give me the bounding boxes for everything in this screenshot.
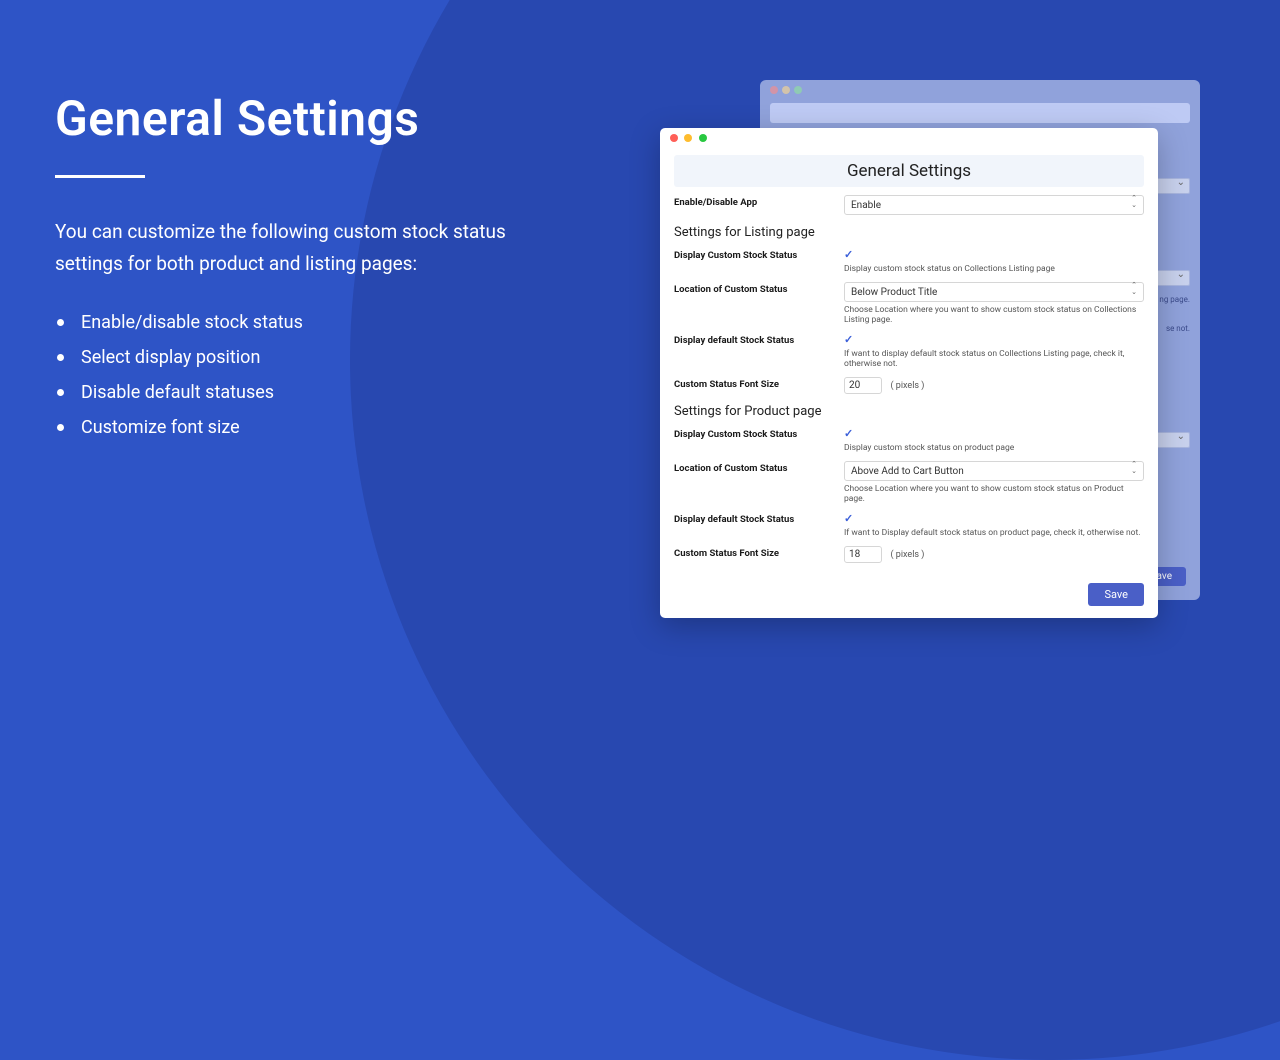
product-font-label: Custom Status Font Size: [674, 546, 844, 563]
product-location-hint: Choose Location where you want to show c…: [844, 484, 1144, 504]
product-display-label: Display Custom Stock Status: [674, 427, 844, 453]
listing-default-checkbox[interactable]: ✓: [844, 333, 853, 346]
enable-app-label: Enable/Disable App: [674, 195, 844, 215]
listing-font-label: Custom Status Font Size: [674, 377, 844, 394]
listing-font-unit: ( pixels ): [890, 381, 924, 391]
listing-section-heading: Settings for Listing page: [674, 225, 1144, 240]
bg-hint: se not.: [1166, 324, 1190, 333]
product-default-label: Display default Stock Status: [674, 512, 844, 538]
save-button[interactable]: Save: [1088, 583, 1144, 606]
listing-default-label: Display default Stock Status: [674, 333, 844, 369]
product-display-checkbox[interactable]: ✓: [844, 427, 853, 440]
bullet-item: Enable/disable stock status: [55, 305, 525, 340]
product-section-heading: Settings for Product page: [674, 404, 1144, 419]
hero-description: You can customize the following custom s…: [55, 216, 525, 281]
listing-location-hint: Choose Location where you want to show c…: [844, 305, 1144, 325]
listing-location-label: Location of Custom Status: [674, 282, 844, 325]
traffic-lights: [770, 86, 1190, 97]
close-icon[interactable]: [670, 134, 678, 142]
traffic-lights: [660, 134, 1158, 145]
hero-bullets: Enable/disable stock status Select displ…: [55, 305, 525, 445]
enable-app-select[interactable]: Enable: [844, 195, 1144, 215]
hero-title: General Settings: [55, 90, 525, 147]
window-title: General Settings: [674, 155, 1144, 187]
listing-display-checkbox[interactable]: ✓: [844, 248, 853, 261]
divider: [55, 175, 145, 178]
listing-location-select[interactable]: Below Product Title: [844, 282, 1144, 302]
listing-default-hint: If want to display default stock status …: [844, 349, 1144, 369]
bg-hint: ng page.: [1159, 295, 1190, 304]
zoom-icon[interactable]: [699, 134, 707, 142]
bullet-item: Customize font size: [55, 410, 525, 445]
product-location-label: Location of Custom Status: [674, 461, 844, 504]
product-default-hint: If want to Display default stock status …: [844, 528, 1144, 538]
listing-display-label: Display Custom Stock Status: [674, 248, 844, 274]
product-font-input[interactable]: 18: [844, 546, 882, 563]
product-display-hint: Display custom stock status on product p…: [844, 443, 1144, 453]
listing-display-hint: Display custom stock status on Collectio…: [844, 264, 1144, 274]
product-font-unit: ( pixels ): [890, 550, 924, 560]
product-location-select[interactable]: Above Add to Cart Button: [844, 461, 1144, 481]
hero-panel: General Settings You can customize the f…: [55, 90, 525, 445]
minimize-icon[interactable]: [684, 134, 692, 142]
bullet-item: Select display position: [55, 340, 525, 375]
listing-font-input[interactable]: 20: [844, 377, 882, 394]
product-default-checkbox[interactable]: ✓: [844, 512, 853, 525]
bullet-item: Disable default statuses: [55, 375, 525, 410]
settings-window: General Settings Enable/Disable App Enab…: [660, 128, 1158, 618]
